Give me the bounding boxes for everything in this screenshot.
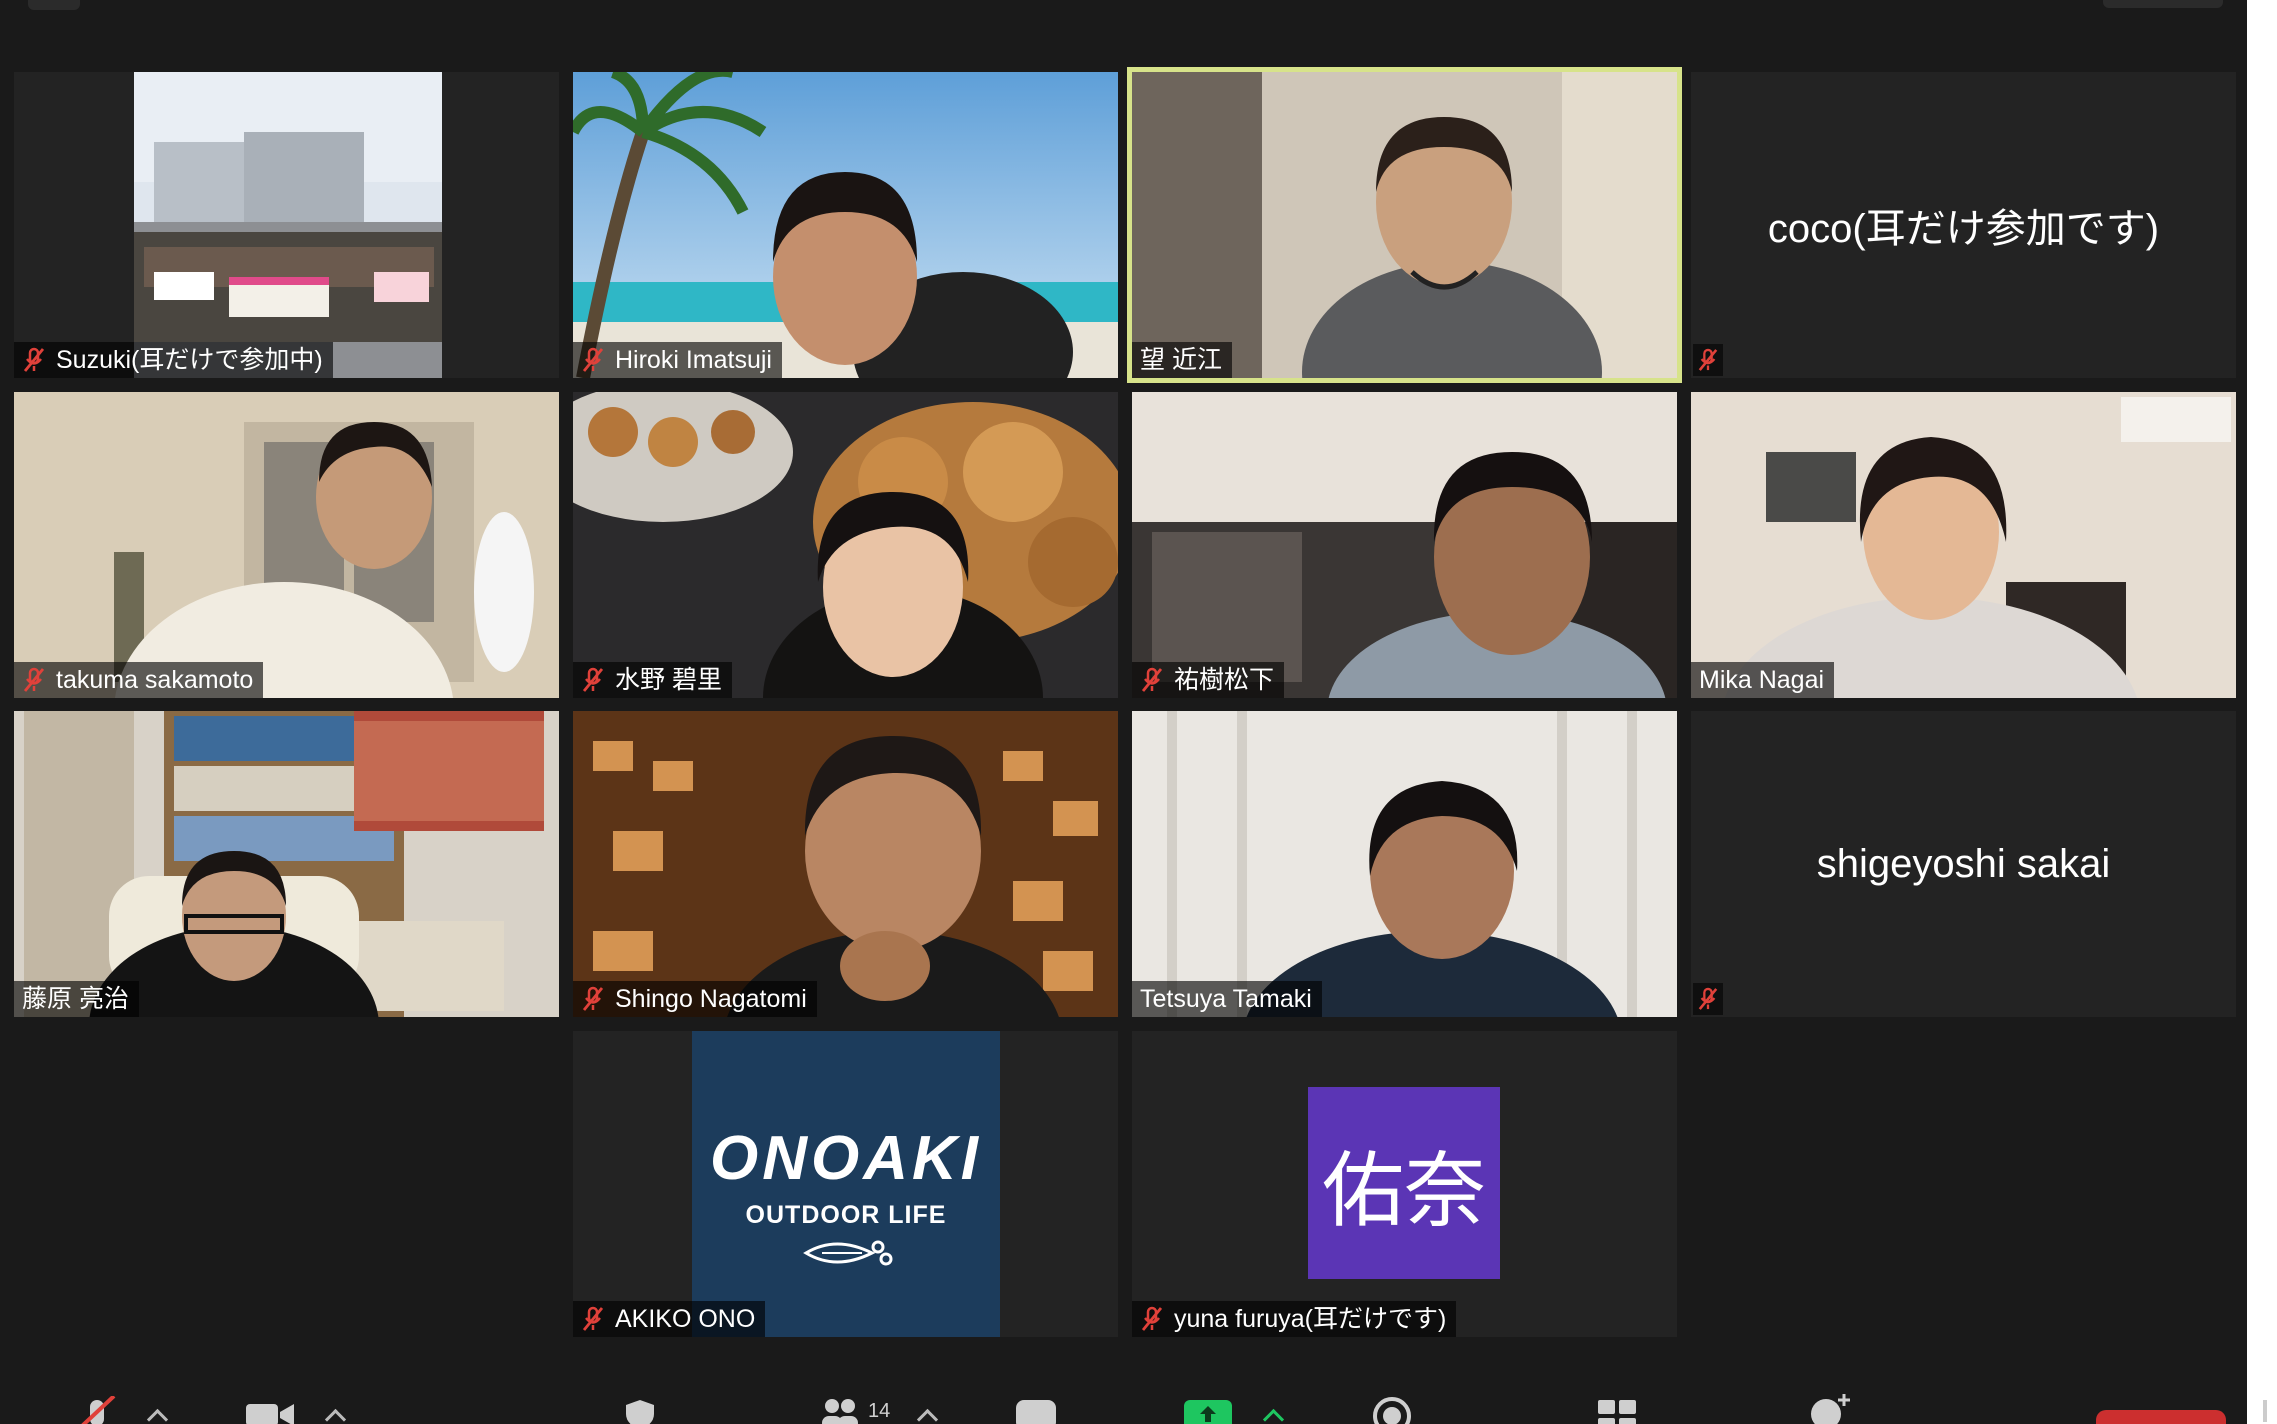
participant-name: yuna furuya(耳だけです) [1174,1305,1447,1333]
mic-muted-icon [1693,344,1723,376]
video-tile[interactable]: Hiroki Imatsuji [573,72,1118,378]
unmute-icon[interactable] [78,1396,118,1424]
participant-name: 祐樹松下 [1174,666,1275,694]
logo-wordmark: ONOAKI [710,1124,982,1193]
avatar: 佑奈 [1308,1087,1500,1279]
security-shield-icon[interactable] [622,1398,658,1424]
fish-icon [803,1240,893,1266]
participant-name: AKIKO ONO [615,1305,756,1333]
participant-name-label: 望 近江 [1132,342,1232,378]
end-meeting-button[interactable] [2096,1410,2226,1424]
participant-name-label: 祐樹松下 [1132,662,1285,698]
video-tile[interactable]: Mika Nagai [1691,392,2236,698]
mic-muted-icon [581,985,605,1013]
share-options-caret[interactable] [1262,1408,1285,1424]
video-tile[interactable]: Suzuki(耳だけで参加中) [14,72,559,378]
video-camera-icon[interactable] [246,1402,296,1424]
mic-muted-icon [581,346,605,374]
participant-name-label: 藤原 亮治 [14,981,139,1017]
participant-video [1132,72,1677,378]
participant-video [14,711,559,1017]
video-tile[interactable]: 藤原 亮治 [14,711,559,1017]
participant-name-label: Tetsuya Tamaki [1132,981,1322,1017]
participant-name: takuma sakamoto [56,666,254,694]
logo-image: ONOAKI OUTDOOR LIFE [692,1031,1000,1337]
video-tile-no-video[interactable]: coco(耳だけ参加です) [1691,72,2236,378]
mic-muted-icon [1140,1305,1164,1333]
mic-muted-icon [1693,983,1723,1015]
meeting-window: Suzuki(耳だけで参加中) Hiroki Imatsuji 望 近江 coc… [0,0,2247,1424]
video-tile[interactable]: Shingo Nagatomi [573,711,1118,1017]
video-tile[interactable]: 祐樹松下 [1132,392,1677,698]
participant-name: Mika Nagai [1699,666,1825,694]
participant-name-label: Shingo Nagatomi [573,981,817,1017]
participant-name-center: coco(耳だけ参加です) [1767,207,2160,251]
breakout-rooms-icon[interactable] [1598,1398,1638,1424]
video-tile[interactable]: Tetsuya Tamaki [1132,711,1677,1017]
view-button[interactable] [2103,0,2223,8]
video-options-caret[interactable] [324,1408,347,1424]
participant-name: Hiroki Imatsuji [615,346,772,374]
participant-name-label: takuma sakamoto [14,662,264,698]
participant-name: Tetsuya Tamaki [1140,985,1312,1013]
chat-icon[interactable] [1014,1398,1058,1424]
participant-name-center: shigeyoshi sakai [1816,841,2111,886]
video-tile[interactable]: takuma sakamoto [14,392,559,698]
video-tile[interactable]: 水野 碧里 [573,392,1118,698]
logo-tagline: OUTDOOR LIFE [745,1201,947,1229]
participants-options-caret[interactable] [916,1408,939,1424]
reactions-icon[interactable] [1808,1392,1852,1424]
mic-muted-icon [22,346,46,374]
audio-options-caret[interactable] [146,1408,169,1424]
participant-name-label: Suzuki(耳だけで参加中) [14,342,333,378]
participant-name: Suzuki(耳だけで参加中) [56,346,323,374]
participant-name: 藤原 亮治 [22,985,129,1013]
video-tile-active-speaker[interactable]: 望 近江 [1127,67,1682,383]
participant-name: 望 近江 [1140,346,1222,374]
participant-video [14,72,559,378]
participant-video [1132,392,1677,698]
video-tile-no-video[interactable]: shigeyoshi sakai [1691,711,2236,1017]
participant-name-label: Mika Nagai [1691,662,1835,698]
mic-muted-icon [22,666,46,694]
mic-muted-icon [581,666,605,694]
participant-name: 水野 碧里 [615,666,722,694]
top-bar [0,0,2247,64]
participants-icon[interactable] [820,1398,860,1424]
mic-muted-icon [581,1305,605,1333]
participant-name-label: 水野 碧里 [573,662,732,698]
video-tile[interactable]: 佑奈 yuna furuya(耳だけです) [1132,1031,1677,1337]
participant-name-label: Hiroki Imatsuji [573,342,782,378]
participant-video [573,72,1118,378]
participants-count: 14 [868,1400,891,1422]
participant-video [573,392,1118,698]
window-control[interactable] [28,0,80,10]
mic-muted-icon [1140,666,1164,694]
participant-name-label: AKIKO ONO [573,1301,766,1337]
window-edge [2247,0,2277,1424]
meeting-toolbar: 14 [0,1390,2247,1424]
participant-name: Shingo Nagatomi [615,985,807,1013]
record-icon[interactable] [1372,1396,1412,1424]
participant-video [1132,711,1677,1017]
video-tile[interactable]: ONOAKI OUTDOOR LIFE AKIKO ONO [573,1031,1118,1337]
scrollbar-thumb[interactable] [2263,1400,2267,1422]
participant-name-label: yuna furuya(耳だけです) [1132,1301,1457,1337]
participant-video [14,392,559,698]
participant-video [573,711,1118,1017]
participant-video [1691,392,2236,698]
share-screen-icon[interactable] [1184,1398,1232,1424]
